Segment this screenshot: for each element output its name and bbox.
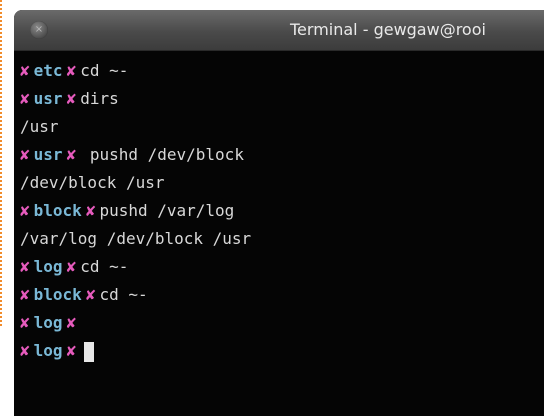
terminal-line: ✘ usr ✘ pushd /dev/block [20, 141, 544, 169]
terminal-line: ✘ log ✘ [20, 309, 544, 337]
prompt-directory: log [33, 341, 63, 360]
terminal-content[interactable]: ✘ etc ✘ cd ~- ✘ usr ✘ dirs /usr ✘ usr ✘ pushd /d… [20, 57, 544, 365]
terminal-line: ✘ block ✘ pushd /var/log [20, 197, 544, 225]
command-text: cd ~- [99, 285, 148, 304]
command-text: dirs [80, 89, 119, 108]
command-output: /usr [20, 117, 59, 136]
window-title: Terminal - gewgaw@rooi [290, 20, 486, 39]
prompt-directory: log [33, 313, 63, 332]
prompt-symbol: ✘ [20, 61, 30, 80]
prompt-directory: usr [33, 89, 63, 108]
terminal-line: ✘ block ✘ cd ~- [20, 281, 544, 309]
terminal-input-line[interactable]: ✘ log ✘ [20, 337, 544, 365]
prompt-directory: block [33, 201, 82, 220]
prompt-directory: log [33, 257, 63, 276]
prompt-directory: block [33, 285, 82, 304]
prompt-symbol: ✘ [20, 145, 30, 164]
close-glyph: × [34, 24, 44, 35]
command-output: /dev/block /usr [20, 173, 165, 192]
prompt-symbol: ✘ [20, 201, 30, 220]
command-text: cd ~- [80, 257, 129, 276]
command-text: pushd /dev/block [80, 145, 244, 164]
terminal-line: ✘ log ✘ cd ~- [20, 253, 544, 281]
terminal-line: ✘ usr ✘ dirs [20, 85, 544, 113]
prompt-directory: etc [33, 61, 63, 80]
prompt-symbol: ✘ [20, 89, 30, 108]
terminal-line: ✘ etc ✘ cd ~- [20, 57, 544, 85]
prompt-symbol: ✘ [85, 285, 96, 304]
prompt-symbol: ✘ [20, 285, 30, 304]
prompt-symbol: ✘ [85, 201, 96, 220]
prompt-symbol: ✘ [20, 341, 30, 360]
close-icon[interactable]: × [30, 21, 48, 39]
command-output: /var/log /dev/block /usr [20, 229, 252, 248]
terminal-window: × Terminal - gewgaw@rooi ✘ etc ✘ cd ~- ✘ usr… [14, 10, 544, 416]
title-bar[interactable]: × Terminal - gewgaw@rooi [14, 10, 544, 51]
prompt-directory: usr [33, 145, 63, 164]
prompt-symbol: ✘ [66, 145, 77, 164]
screenshot: × Terminal - gewgaw@rooi ✘ etc ✘ cd ~- ✘ usr… [0, 0, 544, 416]
prompt-symbol: ✘ [66, 313, 77, 332]
prompt-symbol: ✘ [66, 89, 77, 108]
terminal-output-line: /usr [20, 113, 544, 141]
text-cursor [84, 341, 95, 362]
terminal-output-line: /var/log /dev/block /usr [20, 225, 544, 253]
terminal-output-line: /dev/block /usr [20, 169, 544, 197]
prompt-symbol: ✘ [66, 61, 77, 80]
prompt-symbol: ✘ [66, 341, 77, 360]
command-text: pushd /var/log [99, 201, 235, 220]
prompt-symbol: ✘ [66, 257, 77, 276]
command-text: cd ~- [80, 61, 129, 80]
page-dotted-border [0, 0, 4, 326]
prompt-symbol: ✘ [20, 257, 30, 276]
prompt-symbol: ✘ [20, 313, 30, 332]
